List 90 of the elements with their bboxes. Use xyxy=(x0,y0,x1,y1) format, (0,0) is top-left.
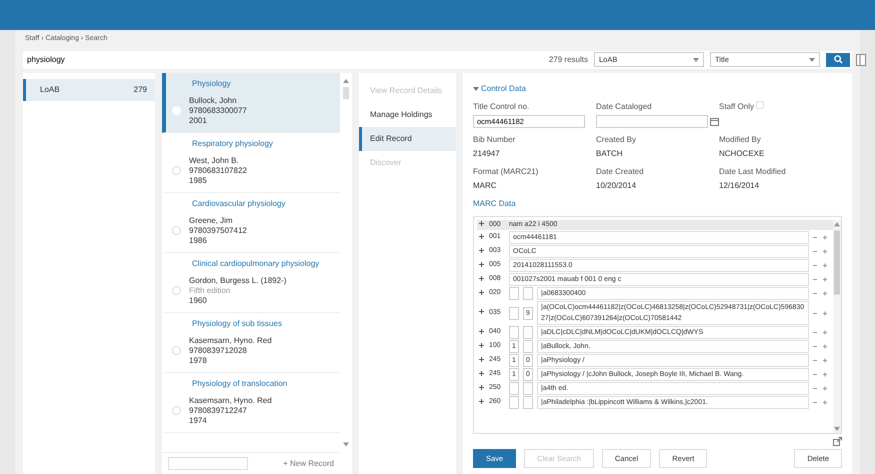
result-title[interactable]: Cardiovascular physiology xyxy=(192,198,340,210)
result-title[interactable]: Respiratory physiology xyxy=(192,138,340,150)
indicator-field[interactable] xyxy=(509,396,519,409)
result-count: 279 results xyxy=(548,54,588,66)
field-label: Staff Only xyxy=(719,100,754,112)
result-detail: 9780397507412 xyxy=(189,226,247,236)
popout-icon[interactable] xyxy=(833,436,842,446)
result-title[interactable]: Clinical cardiopulmonary physiology xyxy=(192,258,340,270)
action-item[interactable]: Edit Record xyxy=(359,126,456,150)
select-checkbox[interactable] xyxy=(172,346,181,355)
row-controls-icon[interactable] xyxy=(813,344,829,349)
indicator-field[interactable] xyxy=(509,306,519,320)
calendar-icon[interactable] xyxy=(710,116,719,126)
caret-icon xyxy=(693,58,699,62)
select-checkbox[interactable] xyxy=(172,406,181,415)
result-item[interactable]: Physiology of sub tissues Kasemsarn, Hyno. Red 9780839712028 1978 xyxy=(162,312,340,372)
field-label: Date Cataloged xyxy=(596,100,653,112)
field-value: 214947 xyxy=(473,148,501,160)
result-detail: Greene, Jim xyxy=(189,216,234,226)
scrollbar[interactable] xyxy=(833,220,841,433)
result-detail: Bullock, John xyxy=(189,96,238,106)
record-input[interactable] xyxy=(168,457,248,470)
indicator-field[interactable] xyxy=(523,396,533,409)
row-controls-icon[interactable] xyxy=(813,277,829,282)
result-item[interactable]: Cardiovascular physiology Greene, Jim 9780397507412 1986 xyxy=(162,192,340,252)
row-controls-icon[interactable] xyxy=(813,400,829,405)
row-controls-icon[interactable] xyxy=(813,386,829,391)
row-controls-icon[interactable] xyxy=(813,330,829,335)
select-checkbox[interactable] xyxy=(172,226,181,235)
row-controls-icon[interactable] xyxy=(813,358,829,363)
field-label: Bib Number xyxy=(473,134,516,146)
indicator-field[interactable] xyxy=(523,287,533,300)
section-title: MARC Data xyxy=(473,198,517,210)
result-detail: Gordon, Burgess L. (1892-) xyxy=(189,276,286,286)
row-controls-icon[interactable] xyxy=(813,310,829,316)
field-label: Format (MARC21) xyxy=(473,166,540,178)
indicator-field[interactable] xyxy=(523,326,533,339)
result-detail: 9780683107822 xyxy=(189,166,247,176)
field-value: 12/16/2014 xyxy=(719,180,760,192)
indicator-field[interactable] xyxy=(509,382,519,395)
result-item[interactable]: Physiology of translocation Kasemsarn, Hyno. Red 9780839712247 1974 xyxy=(162,372,340,432)
row-controls-icon[interactable] xyxy=(813,249,829,254)
date-field[interactable] xyxy=(596,114,708,128)
facet-item[interactable]: LoAB 279 xyxy=(23,78,155,100)
field-label: Date Created xyxy=(596,166,645,178)
result-detail: 9780839712247 xyxy=(189,406,248,416)
result-detail: 1974 xyxy=(189,416,208,426)
field-label: Title Control no. xyxy=(473,100,530,112)
row-controls-icon[interactable] xyxy=(813,235,829,240)
result-detail: 1985 xyxy=(189,176,208,186)
result-detail: West, John B. xyxy=(189,156,240,166)
result-detail: Fifth edition xyxy=(189,286,232,296)
staff-only-checkbox[interactable] xyxy=(756,100,764,108)
result-detail: 1978 xyxy=(189,356,208,366)
result-item[interactable]: Respiratory physiology West, John B. 9780683107822 1985 xyxy=(162,132,340,192)
indicator-field[interactable] xyxy=(509,326,519,339)
result-detail: 1986 xyxy=(189,236,208,246)
indicator-field[interactable] xyxy=(523,340,533,353)
row-controls-icon[interactable] xyxy=(813,372,829,377)
result-detail: 9780683300077 xyxy=(189,106,247,116)
result-title[interactable]: Physiology of sub tissues xyxy=(192,318,340,330)
select-checkbox[interactable] xyxy=(172,286,181,295)
field-value: 10/20/2014 xyxy=(596,180,638,192)
caret-icon xyxy=(809,58,815,62)
field-value: BATCH xyxy=(596,148,624,160)
result-title[interactable]: Physiology xyxy=(192,78,340,90)
field-value: MARC xyxy=(473,180,498,192)
section-toggle[interactable]: Control Data xyxy=(473,82,842,94)
action-item[interactable]: Manage Holdings xyxy=(359,102,456,126)
search-button[interactable] xyxy=(826,52,850,66)
search-icon xyxy=(834,55,842,64)
field-label: Modified By xyxy=(719,134,762,146)
panel-icon[interactable] xyxy=(856,54,866,66)
field-label: Created By xyxy=(596,134,638,146)
result-title[interactable]: Physiology of translocation xyxy=(192,378,340,390)
field-label: Date Last Modified xyxy=(719,166,787,178)
result-detail: 9780839712028 xyxy=(189,346,248,356)
select-checkbox[interactable] xyxy=(172,166,181,175)
result-detail: 1960 xyxy=(189,296,208,306)
indicator-field[interactable] xyxy=(523,382,533,395)
field-value: NCHOCEXE xyxy=(719,148,766,160)
result-detail: Kasemsarn, Hyno. Red xyxy=(189,396,272,406)
result-item[interactable]: Physiology Bullock, John 9780683300077 2001 xyxy=(162,72,340,132)
result-detail: 2001 xyxy=(189,116,208,126)
result-item[interactable]: Clinical cardiopulmonary physiology Gordon, Burgess L. (1892-) Fifth edition 1960 xyxy=(162,252,340,312)
row-controls-icon[interactable] xyxy=(813,291,829,296)
new-record-link[interactable]: + New Record xyxy=(283,458,334,470)
result-detail: Kasemsarn, Hyno. Red xyxy=(189,336,272,346)
indicator-field[interactable] xyxy=(509,287,519,300)
row-controls-icon[interactable] xyxy=(813,263,829,268)
